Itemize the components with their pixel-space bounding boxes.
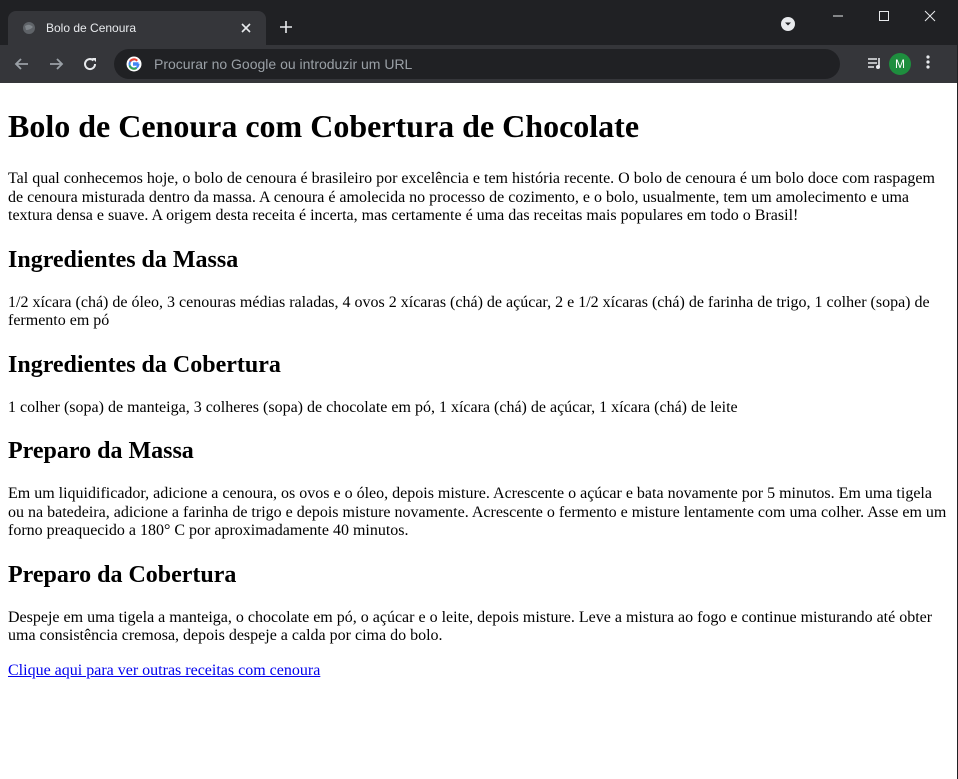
more-recipes-link[interactable]: Clique aqui para ver outras receitas com… [8, 662, 320, 679]
tab-search-icon[interactable] [780, 16, 796, 32]
maximize-button[interactable] [861, 0, 907, 32]
media-control-icon[interactable] [866, 54, 884, 72]
browser-window: Bolo de Cenoura Procurar no Google ou in… [0, 0, 958, 779]
minimize-button[interactable] [815, 0, 861, 32]
tab-strip: Bolo de Cenoura [0, 0, 957, 45]
profile-avatar[interactable]: M [889, 53, 911, 75]
reload-icon[interactable] [80, 54, 100, 74]
forward-arrow-icon[interactable] [46, 54, 66, 74]
address-input[interactable] [152, 55, 812, 73]
new-tab-button[interactable] [276, 17, 296, 37]
globe-icon [22, 21, 36, 35]
heading-preparo-cobertura: Preparo da Cobertura [8, 561, 237, 588]
page-title: Bolo de Cenoura com Cobertura de Chocola… [8, 108, 640, 144]
text-preparo-massa: Em um liquidificador, adicione a cenoura… [8, 485, 947, 539]
page-content: Bolo de Cenoura com Cobertura de Chocola… [0, 83, 957, 779]
tab-title: Bolo de Cenoura [46, 21, 137, 35]
close-tab-icon[interactable] [238, 20, 254, 36]
text-ingredientes-massa: 1/2 xícara (chá) de óleo, 3 cenouras méd… [8, 293, 930, 330]
more-menu-icon[interactable] [926, 54, 930, 70]
heading-preparo-massa: Preparo da Massa [8, 438, 194, 464]
text-ingredientes-cobertura: 1 colher (sopa) de manteiga, 3 colheres … [8, 398, 738, 416]
google-icon [126, 56, 142, 72]
close-window-button[interactable] [907, 0, 953, 32]
browser-toolbar: M [0, 45, 957, 83]
tab-active[interactable]: Bolo de Cenoura [8, 11, 266, 45]
heading-ingredientes-massa: Ingredientes da Massa [8, 246, 239, 273]
back-arrow-icon[interactable] [12, 54, 32, 74]
address-bar[interactable] [114, 49, 840, 79]
intro-paragraph: Tal qual conhecemos hoje, o bolo de ceno… [8, 170, 935, 224]
heading-ingredientes-cobertura: Ingredientes da Cobertura [8, 351, 281, 378]
text-preparo-cobertura: Despeje em uma tigela a manteiga, o choc… [8, 608, 933, 645]
